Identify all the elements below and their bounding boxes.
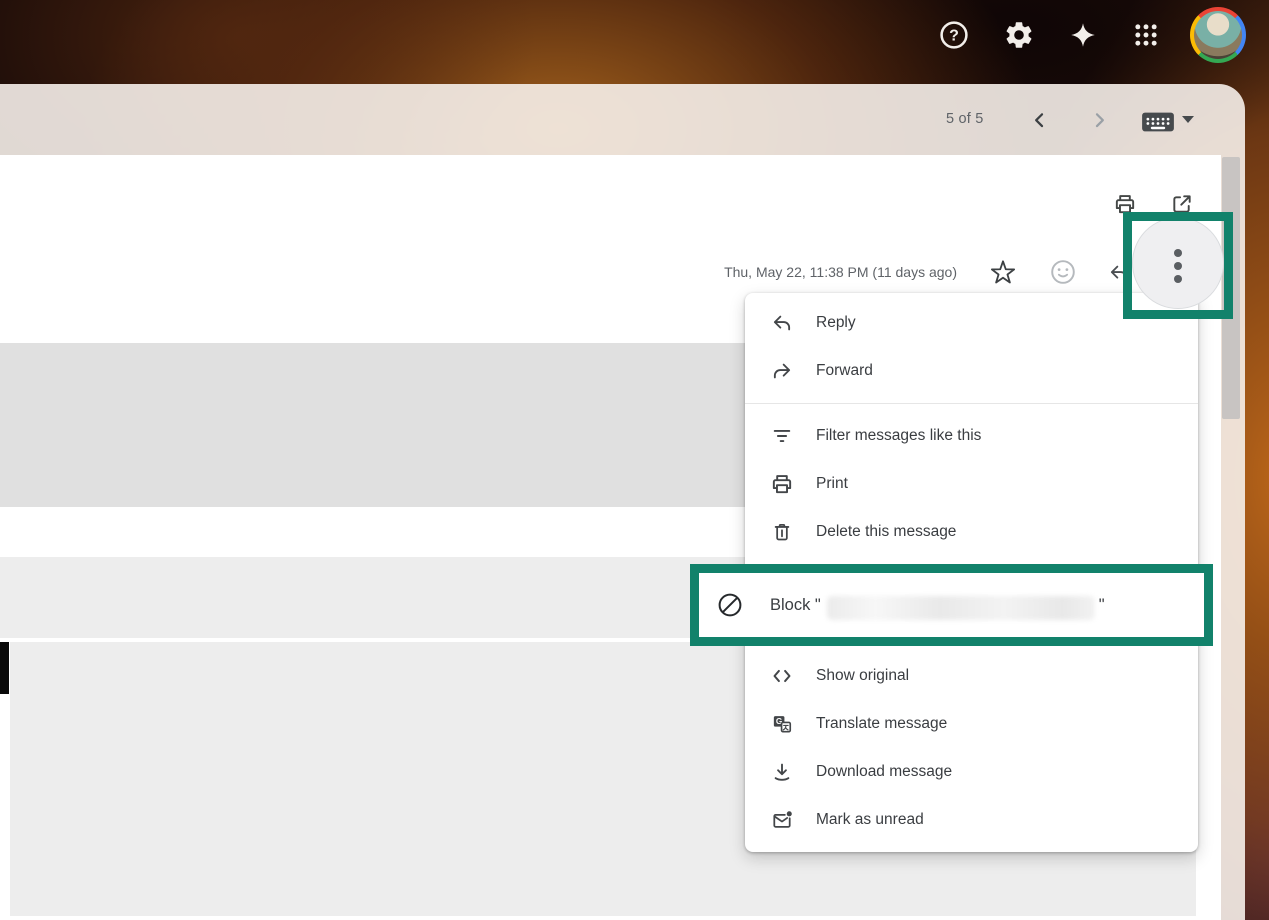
menu-item-label: Filter messages like this <box>816 427 981 445</box>
redacted-sender-name <box>827 596 1095 620</box>
menu-item-label: Show original <box>816 667 909 685</box>
input-tools-dropdown-arrow[interactable] <box>1182 116 1194 123</box>
menu-item-label: Delete this message <box>816 523 956 541</box>
menu-item-label: Download message <box>816 763 952 781</box>
older-message-button[interactable] <box>1082 103 1116 137</box>
help-icon[interactable]: ? <box>938 19 970 51</box>
message-timestamp: Thu, May 22, 11:38 PM (11 days ago) <box>657 264 957 280</box>
avatar-photo <box>1194 11 1242 59</box>
star-icon[interactable] <box>990 259 1016 285</box>
pagination-counter: 5 of 5 <box>946 84 983 155</box>
account-avatar[interactable] <box>1190 7 1246 63</box>
mark-unread-icon <box>770 808 794 832</box>
block-icon <box>716 591 744 619</box>
print-icon <box>770 472 794 496</box>
menu-item-label: Translate message <box>816 715 947 733</box>
menu-item-label: Print <box>816 475 848 493</box>
menu-item-delete[interactable]: Delete this message <box>745 508 1198 556</box>
newer-message-button[interactable] <box>1023 103 1057 137</box>
annotation-box-more-button <box>1123 212 1233 319</box>
translate-icon: G <box>770 712 794 736</box>
code-icon <box>770 664 794 688</box>
menu-item-label: Reply <box>816 314 856 332</box>
trash-icon <box>770 520 794 544</box>
emoji-reaction-icon[interactable] <box>1050 259 1076 285</box>
menu-divider <box>745 403 1198 404</box>
menu-item-translate[interactable]: G Translate message <box>745 700 1198 748</box>
redaction-black-bar <box>0 642 9 694</box>
filter-icon <box>770 424 794 448</box>
block-label-suffix: " <box>1099 596 1105 615</box>
menu-item-label: Mark as unread <box>816 811 924 829</box>
forward-icon <box>770 359 794 383</box>
menu-item-label: Forward <box>816 362 873 380</box>
svg-text:?: ? <box>949 28 959 45</box>
gemini-sparkle-icon[interactable] <box>1068 20 1098 50</box>
apps-grid-icon[interactable] <box>1132 21 1160 49</box>
input-tools-keyboard-icon[interactable] <box>1140 109 1176 135</box>
menu-item-filter[interactable]: Filter messages like this <box>745 412 1198 460</box>
gmail-screenshot: ? 5 of 5 Thu, May 22, 11:38 PM (11 days … <box>0 0 1269 920</box>
reply-icon <box>770 311 794 335</box>
settings-icon[interactable] <box>1003 19 1035 51</box>
annotation-box-block-item[interactable]: Block " " <box>690 564 1213 646</box>
menu-item-mark-unread[interactable]: Mark as unread <box>745 796 1198 844</box>
menu-item-print[interactable]: Print <box>745 460 1198 508</box>
block-label-prefix: Block " <box>770 596 821 615</box>
menu-item-download[interactable]: Download message <box>745 748 1198 796</box>
download-icon <box>770 760 794 784</box>
menu-item-show-original[interactable]: Show original <box>745 652 1198 700</box>
message-toolbar: 5 of 5 <box>0 84 1245 155</box>
menu-item-forward[interactable]: Forward <box>745 347 1198 395</box>
